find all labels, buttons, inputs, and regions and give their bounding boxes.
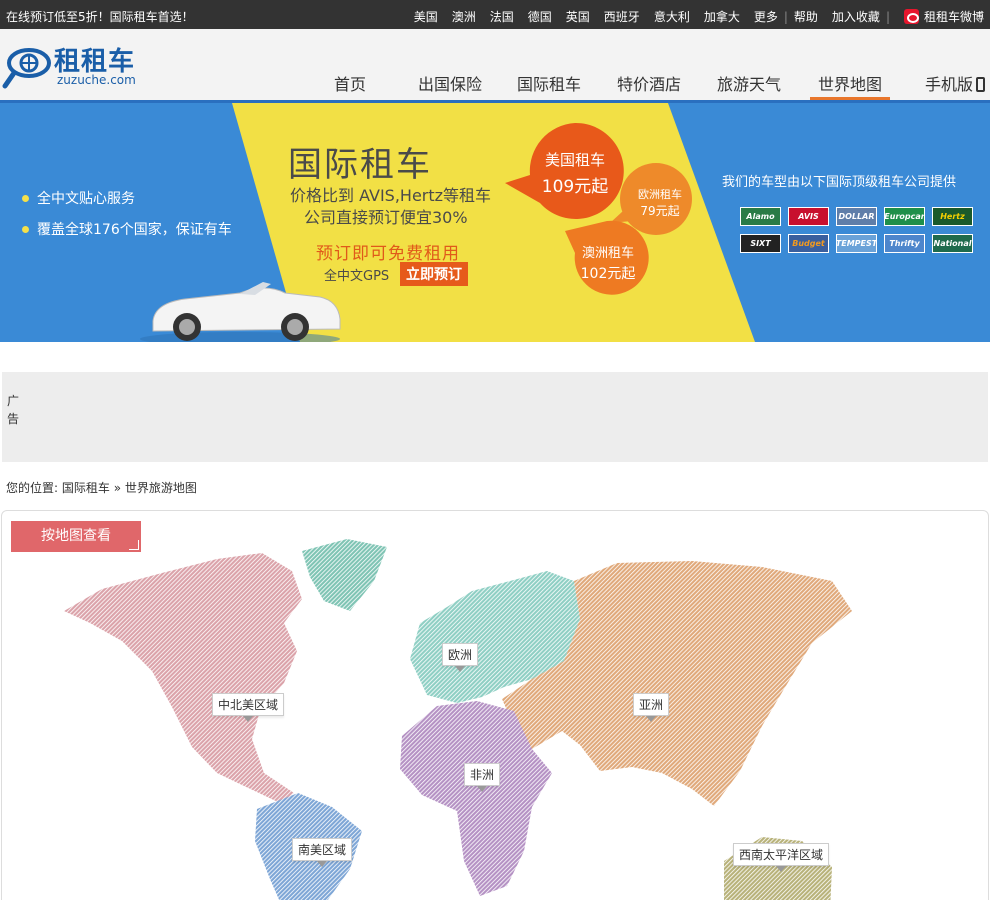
nav-travel-weather[interactable]: 旅游天气 — [717, 71, 781, 95]
link-italy[interactable]: 意大利 — [654, 8, 690, 25]
book-now-button[interactable]: 立即预订 — [400, 262, 468, 286]
region-north-america — [64, 553, 302, 803]
divider: | — [885, 9, 890, 24]
partner-sixt-logo: SIXT — [740, 234, 781, 253]
au-rental-bubble[interactable]: 澳洲租车 102元起 — [574, 242, 642, 283]
feature-item: 覆盖全球176个国家，保证有车 — [22, 219, 232, 239]
nav-hotel-deals[interactable]: 特价酒店 — [617, 71, 681, 95]
breadcrumb-home-link[interactable]: 国际租车 — [62, 481, 110, 495]
banner-line-2: 公司直接预订便宜30% — [304, 208, 468, 227]
label-europe[interactable]: 欧洲 — [442, 643, 479, 672]
link-uk[interactable]: 英国 — [566, 8, 590, 25]
logo-magnifier-icon — [2, 48, 51, 89]
logo[interactable]: 租租车 zuzuche.com — [2, 41, 152, 91]
partner-avis-logo: AVIS — [788, 207, 829, 226]
bullet-icon — [22, 225, 29, 233]
eu-rental-name: 欧洲租车 — [638, 188, 682, 201]
ad-label: 广告 — [7, 394, 20, 426]
banner-gps-text: 全中文GPS — [324, 269, 390, 284]
promo-text: 在线预订低至5折！国际租车首选！ — [6, 10, 194, 24]
nav-mobile[interactable]: 手机版 — [925, 71, 986, 95]
partner-hertz-logo: Hertz — [932, 207, 973, 226]
partner-dollar-logo: DOLLAR — [836, 207, 877, 226]
link-germany[interactable]: 德国 — [528, 8, 552, 25]
world-map — [64, 539, 852, 900]
world-map-panel: 按地图查看 中北美区域 欧洲 亚洲 非洲 南美区域 西南太平洋区域 — [1, 510, 989, 900]
divider: | — [783, 9, 788, 24]
nav-home[interactable]: 首页 — [334, 71, 366, 95]
nav-travel-insurance[interactable]: 出国保险 — [418, 71, 482, 95]
link-usa[interactable]: 美国 — [414, 8, 438, 25]
label-north-america[interactable]: 中北美区域 — [212, 693, 285, 722]
weibo-icon — [903, 9, 919, 24]
partner-europcar-logo: Europcar — [884, 207, 925, 226]
us-rental-price: 109元起 — [541, 177, 609, 197]
bullet-icon — [22, 194, 29, 202]
feature-text: 全中文贴心服务 — [37, 191, 135, 207]
view-by-map-label: 按地图查看 — [41, 528, 111, 544]
breadcrumb-current: 世界旅游地图 — [124, 481, 197, 495]
label-africa[interactable]: 非洲 — [464, 763, 501, 792]
partner-alamo-logo: Alamo — [740, 207, 781, 226]
promo-banner[interactable]: 全中文贴心服务 覆盖全球176个国家，保证有车 国际租车 价格比到 AVIS,H… — [0, 103, 990, 342]
banner-free-text: 预订即可免费租用 — [316, 244, 460, 264]
partners-title: 我们的车型由以下国际顶级租车公司提供 — [722, 175, 957, 190]
nav-world-map[interactable]: 世界地图 — [818, 71, 882, 95]
us-rental-bubble[interactable]: 美国租车 109元起 — [533, 149, 617, 197]
eu-rental-bubble[interactable]: 欧洲租车 79元起 — [628, 186, 692, 219]
header: 租租车 zuzuche.com 首页 出国保险 国际租车 特价酒店 旅游天气 世… — [0, 29, 990, 101]
feature-text: 覆盖全球176个国家，保证有车 — [37, 222, 232, 238]
nav-mobile-label: 手机版 — [925, 75, 974, 94]
breadcrumb-prefix: 您的位置: — [6, 481, 59, 495]
link-canada[interactable]: 加拿大 — [704, 8, 740, 25]
us-rental-name: 美国租车 — [544, 151, 605, 169]
feature-item: 全中文贴心服务 — [22, 188, 135, 208]
breadcrumb-separator: » — [113, 481, 122, 495]
partner-tempest-logo: TEMPEST — [836, 234, 877, 253]
partner-thrifty-logo: Thrifty — [884, 234, 925, 253]
top-links: 美国 澳洲 法国 德国 英国 西班牙 意大利 加拿大 更多 | 帮助 加入收藏 … — [400, 8, 984, 25]
au-rental-name: 澳洲租车 — [581, 246, 634, 261]
link-australia[interactable]: 澳洲 — [452, 8, 476, 25]
eu-rental-price: 79元起 — [640, 204, 680, 218]
banner-title: 国际租车 — [288, 145, 432, 185]
banner-line-1: 价格比到 AVIS,Hertz等租车 — [290, 186, 492, 205]
link-weibo[interactable]: 租租车微博 — [903, 8, 984, 25]
ad-slot[interactable]: 广告 — [2, 372, 988, 462]
corner-arrow-icon — [129, 540, 139, 550]
phone-icon — [976, 77, 986, 92]
link-france[interactable]: 法国 — [490, 8, 514, 25]
view-by-map-tab[interactable]: 按地图查看 — [11, 521, 141, 552]
link-spain[interactable]: 西班牙 — [604, 8, 640, 25]
weibo-label: 租租车微博 — [923, 10, 984, 24]
nav-intl-car-rental[interactable]: 国际租车 — [517, 71, 581, 95]
au-rental-price: 102元起 — [580, 266, 636, 282]
link-add-favorite[interactable]: 加入收藏 — [832, 8, 880, 25]
link-more[interactable]: 更多 — [754, 8, 778, 25]
label-south-america[interactable]: 南美区域 — [292, 838, 353, 867]
top-bar: 在线预订低至5折！国际租车首选！ 美国 澳洲 法国 德国 英国 西班牙 意大利 … — [0, 0, 990, 29]
label-oceania[interactable]: 西南太平洋区域 — [733, 843, 830, 872]
link-help[interactable]: 帮助 — [794, 8, 818, 25]
breadcrumb: 您的位置: 国际租车 » 世界旅游地图 — [6, 479, 197, 496]
logo-text-en: zuzuche.com — [57, 73, 136, 87]
partner-budget-logo: Budget — [788, 234, 829, 253]
region-greenland — [302, 539, 387, 611]
label-asia[interactable]: 亚洲 — [633, 693, 670, 722]
partner-national-logo: National — [932, 234, 973, 253]
